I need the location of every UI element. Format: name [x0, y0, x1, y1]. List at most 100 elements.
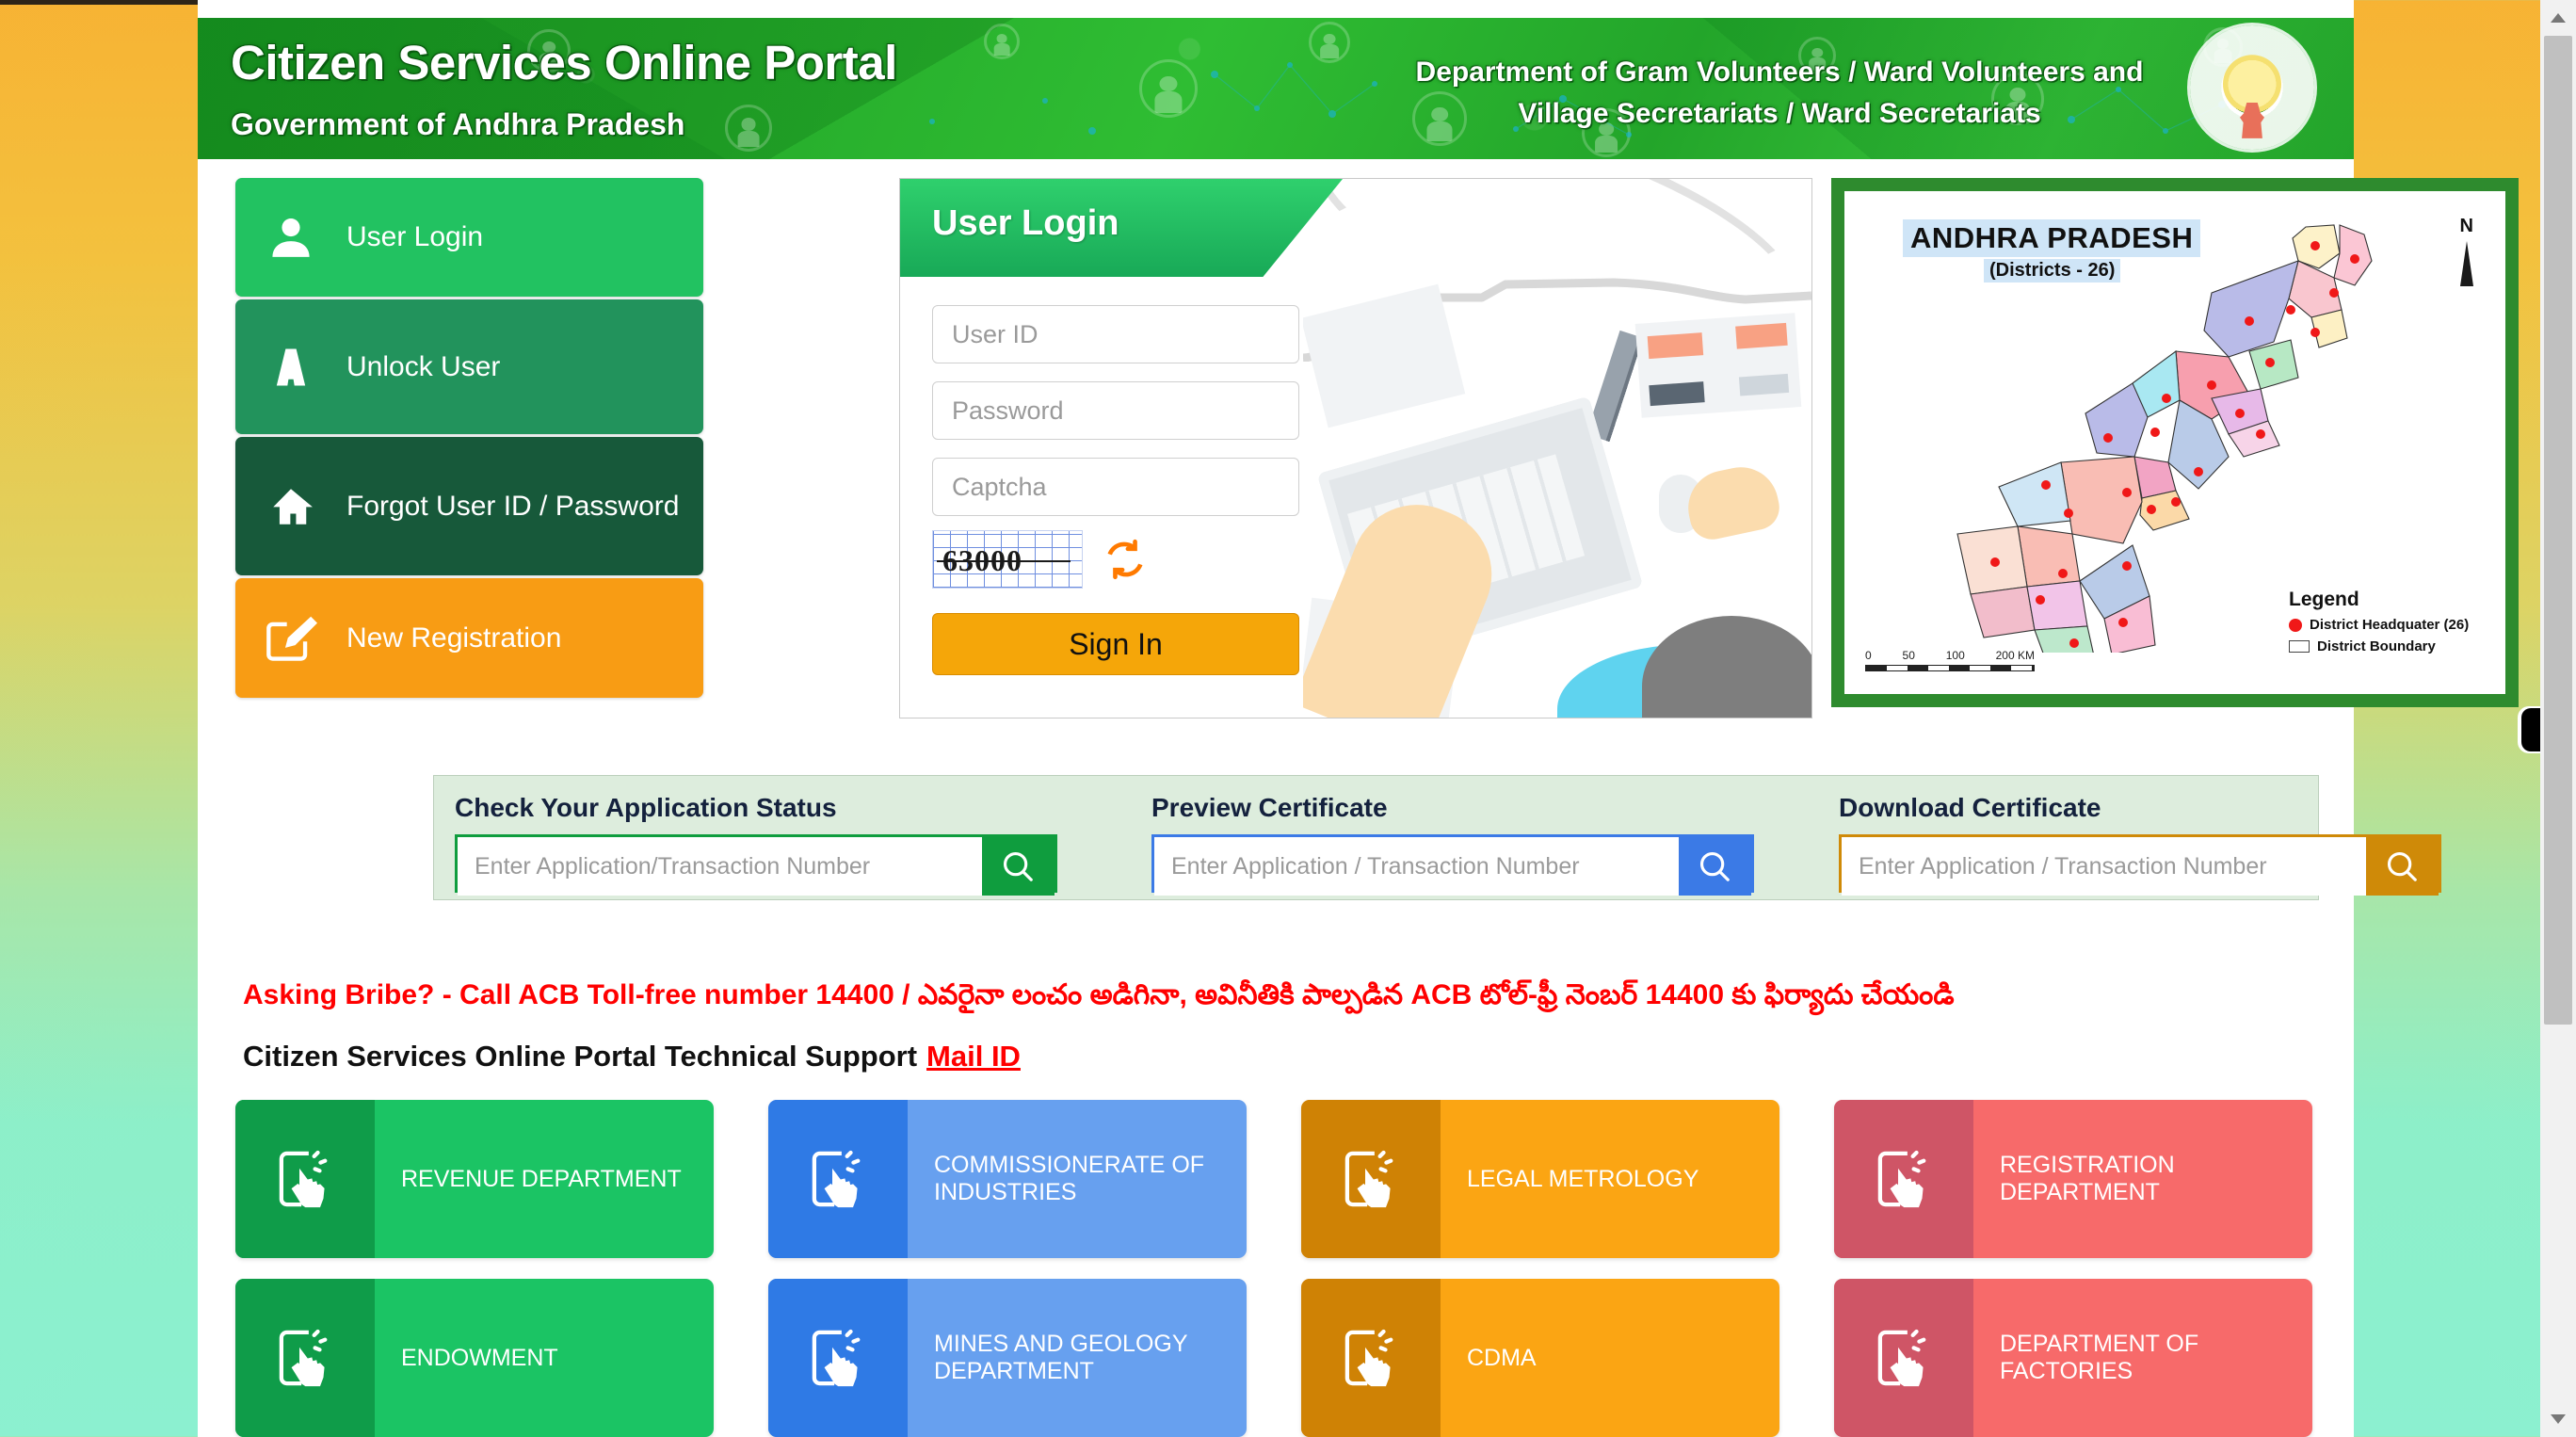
captcha-code-text: 63000 — [942, 543, 1022, 577]
scrollbar-thumb[interactable] — [2544, 36, 2572, 1025]
department-tile-cdma[interactable]: CDMA — [1301, 1279, 1779, 1437]
person-avatar-pattern-icon — [984, 24, 1020, 59]
download-certificate-label: Download Certificate — [1839, 793, 2101, 822]
application-status-search-button[interactable] — [981, 837, 1055, 896]
department-line-1: Department of Gram Volunteers / Ward Vol… — [1415, 57, 2144, 88]
department-tile-revenue[interactable]: REVENUE DEPARTMENT — [235, 1100, 714, 1258]
red-dot-icon — [2289, 618, 2302, 632]
sidebar-item-forgot-credentials[interactable]: Forgot User ID / Password — [235, 437, 703, 575]
department-tile-mines-and-geology[interactable]: MINES AND GEOLOGY DEPARTMENT — [768, 1279, 1247, 1437]
side-widget-tab[interactable] — [2521, 708, 2540, 751]
unlock-icon — [235, 343, 346, 392]
download-certificate-input[interactable] — [1842, 837, 2366, 896]
search-icon — [2388, 851, 2418, 881]
sidebar-item-label: New Registration — [346, 622, 562, 654]
check-application-status-column: Check Your Application Status — [434, 776, 1131, 901]
person-avatar-pattern-icon — [725, 105, 772, 152]
department-tile-label: MINES AND GEOLOGY DEPARTMENT — [934, 1331, 1188, 1384]
user-icon — [235, 212, 346, 263]
sidebar-item-label: Forgot User ID / Password — [346, 490, 680, 522]
sign-in-button[interactable]: Sign In — [932, 613, 1299, 675]
captcha-input[interactable] — [932, 458, 1299, 516]
department-tile-label: REGISTRATION DEPARTMENT — [2000, 1152, 2175, 1205]
login-panel-header: User Login — [900, 179, 1811, 277]
person-avatar-pattern-icon — [1139, 59, 1198, 118]
tap-click-icon — [1834, 1100, 1973, 1258]
boundary-square-icon — [2289, 640, 2310, 653]
department-tile-label: ENDOWMENT — [401, 1344, 558, 1371]
sidebar-item-new-registration[interactable]: New Registration — [235, 578, 703, 698]
department-tile-legal-metrology[interactable]: LEGAL METROLOGY — [1301, 1100, 1779, 1258]
flowchart-board-icon — [1634, 313, 1802, 418]
districts-map-shape — [1956, 224, 2373, 653]
tap-click-icon — [1834, 1279, 1973, 1437]
main-content-row: User Login Unlock User Forgot User ID / … — [198, 159, 2519, 743]
department-tile-label: COMMISSIONERATE OF INDUSTRIES — [934, 1152, 1205, 1205]
andhra-pradesh-map-panel: ANDHRA PRADESH (Districts - 26) N Legend… — [1831, 178, 2519, 707]
bribe-warning-notice: Asking Bribe? - Call ACB Toll-free numbe… — [243, 979, 1955, 1010]
chevron-up-icon — [2551, 13, 2566, 23]
preview-certificate-search-button[interactable] — [1678, 837, 1751, 896]
refresh-captcha-icon[interactable] — [1103, 538, 1147, 581]
login-panel: User Login User ID Captcha 63000 Sign In — [899, 178, 1812, 718]
tap-click-icon — [235, 1100, 375, 1258]
mail-id-link[interactable]: Mail ID — [926, 1040, 1021, 1073]
sidebar-item-user-login[interactable]: User Login — [235, 178, 703, 297]
ap-government-emblem-icon — [2190, 25, 2314, 150]
chevron-down-icon — [2551, 1414, 2566, 1424]
header-swoosh-decoration — [1287, 179, 1811, 277]
search-icon — [1004, 851, 1034, 881]
user-id-input[interactable] — [932, 305, 1299, 363]
download-certificate-column: Download Certificate — [1818, 776, 2441, 901]
check-status-label: Check Your Application Status — [455, 793, 837, 822]
preview-certificate-label: Preview Certificate — [1151, 793, 1388, 822]
scroll-down-button[interactable] — [2540, 1401, 2576, 1437]
home-icon — [235, 483, 346, 530]
login-panel-title: User Login — [932, 203, 1119, 243]
map-legend: Legend District Headquater (26) District… — [2289, 589, 2487, 660]
password-input[interactable] — [932, 381, 1299, 440]
application-status-input[interactable] — [458, 837, 982, 896]
captcha-image: 63000 — [932, 530, 1083, 589]
scroll-up-button[interactable] — [2540, 0, 2576, 36]
department-tile-label: LEGAL METROLOGY — [1467, 1165, 1699, 1192]
department-heading: Department of Gram Volunteers / Ward Vol… — [1280, 52, 2278, 135]
department-tile-registration[interactable]: REGISTRATION DEPARTMENT — [1834, 1100, 2312, 1258]
department-tile-label: REVENUE DEPARTMENT — [401, 1165, 682, 1192]
tap-click-icon — [768, 1279, 908, 1437]
login-form: 63000 Sign In — [932, 305, 1299, 675]
tap-click-icon — [235, 1279, 375, 1437]
compass-icon: N — [2460, 216, 2473, 286]
department-tiles-row: ENDOWMENT MINES AND GEOLOGY DEPARTMENT C… — [235, 1279, 2344, 1437]
site-header-banner: Citizen Services Online Portal Governmen… — [198, 18, 2354, 159]
tap-click-icon — [1301, 1279, 1441, 1437]
legend-item-headquarter: District Headquater (26) — [2289, 617, 2487, 633]
department-tile-endowment[interactable]: ENDOWMENT — [235, 1279, 714, 1437]
edit-square-icon — [235, 616, 346, 661]
person-illustration — [1557, 531, 1811, 718]
download-certificate-search-button[interactable] — [2365, 837, 2439, 896]
department-tile-factories[interactable]: DEPARTMENT OF FACTORIES — [1834, 1279, 2312, 1437]
department-tile-label: CDMA — [1467, 1344, 1537, 1371]
vertical-scrollbar[interactable] — [2540, 0, 2576, 1437]
login-panel-body: 63000 Sign In — [900, 277, 1811, 718]
preview-certificate-searchbar — [1151, 834, 1754, 896]
department-tile-commissionerate-of-industries[interactable]: COMMISSIONERATE OF INDUSTRIES — [768, 1100, 1247, 1258]
legend-title: Legend — [2289, 589, 2359, 610]
tap-click-icon — [1301, 1100, 1441, 1258]
sidebar-item-unlock-user[interactable]: Unlock User — [235, 299, 703, 434]
sidebar-item-label: Unlock User — [346, 350, 501, 382]
department-tiles: REVENUE DEPARTMENT COMMISSIONERATE OF IN… — [235, 1100, 2344, 1437]
department-tile-label: DEPARTMENT OF FACTORIES — [2000, 1331, 2199, 1384]
department-line-2: Village Secretariats / Ward Secretariats — [1518, 98, 2041, 129]
certificate-search-strip: Check Your Application Status Preview Ce… — [433, 775, 2441, 901]
tap-click-icon — [768, 1100, 908, 1258]
download-certificate-searchbar — [1839, 834, 2441, 896]
map-scale-bar: 0 50 100 200 KM — [1865, 649, 2035, 671]
preview-certificate-input[interactable] — [1154, 837, 1679, 896]
department-tiles-row: REVENUE DEPARTMENT COMMISSIONERATE OF IN… — [235, 1100, 2344, 1258]
check-status-searchbar — [455, 834, 1057, 896]
technical-support-line: Citizen Services Online Portal Technical… — [243, 1040, 1021, 1074]
search-icon — [1700, 851, 1731, 881]
sidebar-item-label: User Login — [346, 221, 484, 252]
